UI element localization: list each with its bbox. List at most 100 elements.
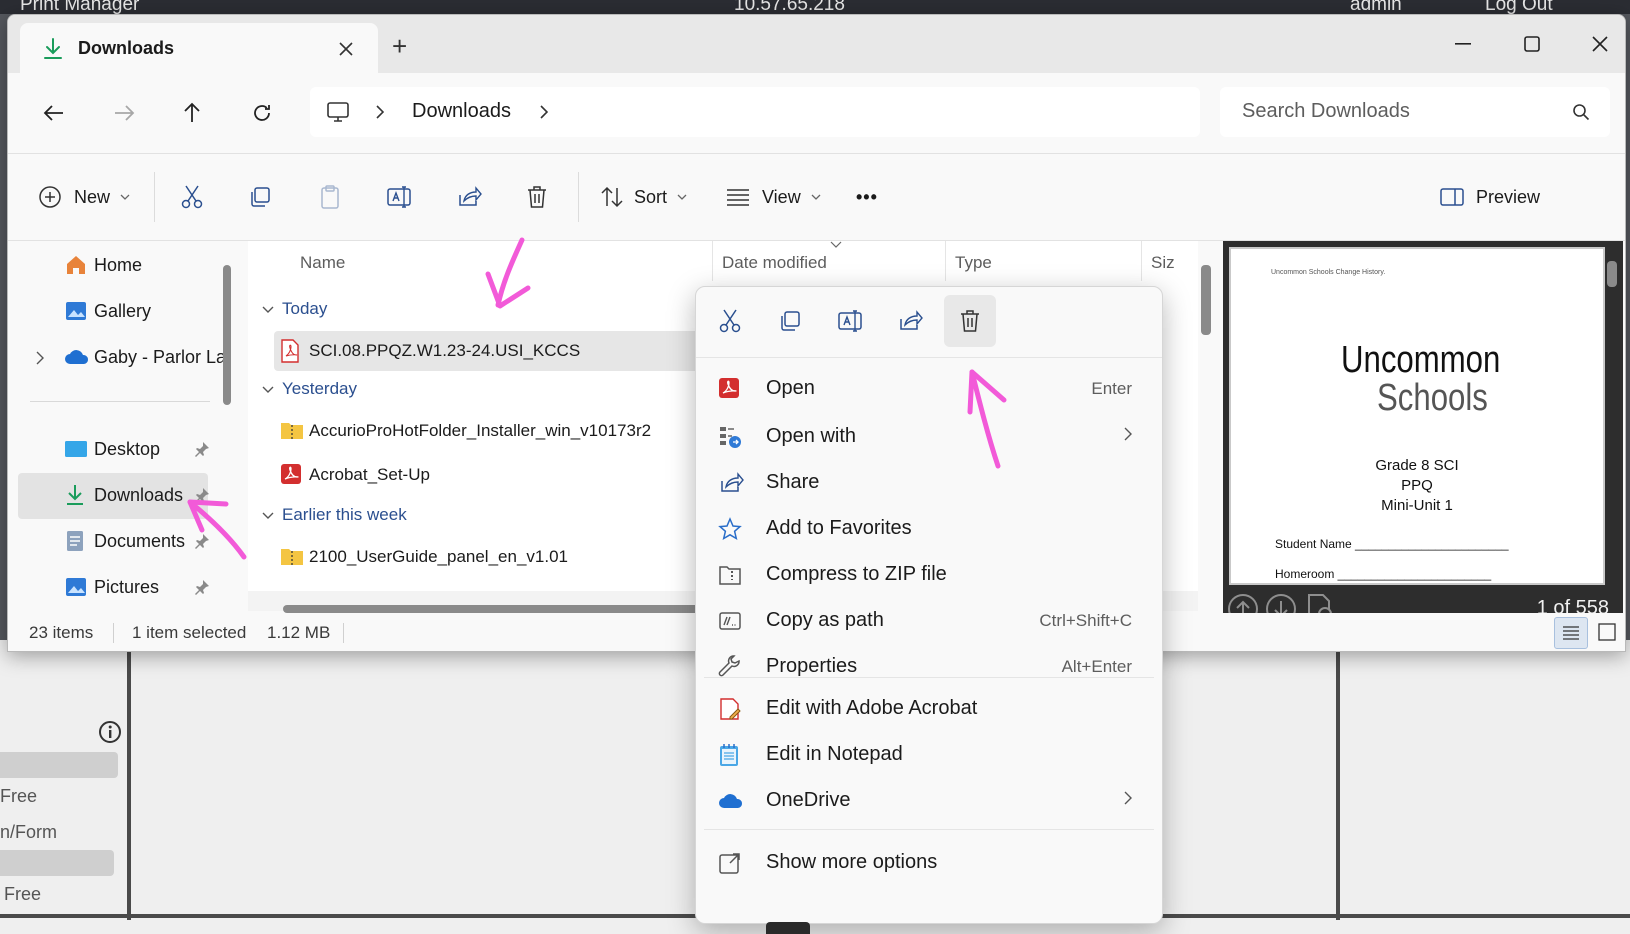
new-tab-button[interactable]: +: [392, 33, 407, 59]
file-name: SCI.08.PPQZ.W1.23-24.USI_KCCS: [309, 341, 581, 360]
menu-item-share[interactable]: Share: [704, 461, 1154, 505]
up-button[interactable]: [174, 95, 210, 131]
menu-item-compress-zip[interactable]: Compress to ZIP file: [704, 553, 1154, 597]
documents-icon: [64, 529, 86, 553]
delete-button[interactable]: [526, 178, 548, 216]
chevron-down-icon: [262, 512, 274, 520]
sort-label: Sort: [634, 186, 668, 207]
nav-item-downloads[interactable]: Downloads: [18, 473, 209, 519]
context-share-button[interactable]: [884, 295, 936, 347]
background-app-topbar: Print Manager 10.57.65.218 admin Log Out: [0, 0, 1630, 14]
search-input[interactable]: Search Downloads: [1220, 87, 1610, 137]
group-header-yesterday[interactable]: Yesterday: [262, 379, 357, 399]
maximize-button[interactable]: [1514, 29, 1550, 59]
menu-shortcut: Ctrl+Shift+C: [1039, 611, 1132, 630]
column-divider[interactable]: [1141, 241, 1142, 281]
menu-shortcut: Alt+Enter: [1061, 657, 1132, 676]
share-icon: [718, 471, 744, 495]
chevron-right-icon[interactable]: [36, 351, 44, 365]
column-header-name[interactable]: Name: [300, 253, 345, 273]
menu-item-onedrive[interactable]: OneDrive: [704, 779, 1154, 823]
nav-item-desktop[interactable]: Desktop: [18, 427, 209, 473]
minimize-button[interactable]: [1445, 29, 1481, 59]
zip-folder-icon: [280, 419, 304, 441]
nav-item-gallery[interactable]: Gallery: [18, 289, 208, 335]
menu-item-copy-as-path[interactable]: Copy as path Ctrl+Shift+C: [704, 599, 1154, 643]
tiles-view-button[interactable]: [1592, 617, 1622, 647]
preview-pane-icon: [1440, 188, 1464, 206]
more-options-button[interactable]: •••: [856, 178, 878, 216]
close-tab-icon[interactable]: [334, 37, 358, 61]
acrobat-icon: [718, 377, 740, 399]
menu-item-edit-in-notepad[interactable]: Edit in Notepad: [704, 733, 1154, 777]
group-header-today[interactable]: Today: [262, 299, 327, 319]
menu-item-open[interactable]: Open Enter: [704, 367, 1154, 411]
context-cut-button[interactable]: [704, 295, 756, 347]
chevron-right-icon[interactable]: [540, 105, 548, 119]
doc-student-name: Student Name _______________________: [1275, 537, 1509, 551]
column-header-size[interactable]: Siz: [1151, 253, 1175, 273]
close-window-button[interactable]: [1582, 29, 1618, 59]
back-button[interactable]: [36, 95, 72, 131]
view-icon: [727, 189, 749, 206]
rename-icon: [387, 186, 411, 208]
file-name: 2100_UserGuide_panel_en_v1.01: [309, 547, 568, 566]
column-header-date[interactable]: Date modified: [722, 253, 827, 273]
menu-item-add-to-favorites[interactable]: Add to Favorites: [704, 507, 1154, 551]
background-app-logout[interactable]: Log Out: [1485, 0, 1553, 14]
nav-item-documents[interactable]: Documents: [18, 519, 209, 565]
menu-item-edit-with-acrobat[interactable]: Edit with Adobe Acrobat: [704, 687, 1154, 731]
horizontal-scrollbar[interactable]: [283, 605, 703, 613]
context-copy-button[interactable]: [764, 295, 816, 347]
menu-item-show-more-options[interactable]: Show more options: [704, 841, 1154, 885]
cut-button[interactable]: [180, 178, 204, 216]
preview-scrollbar[interactable]: [1607, 261, 1617, 287]
search-placeholder: Search Downloads: [1242, 100, 1410, 122]
nav-item-home[interactable]: Home: [18, 243, 208, 289]
forward-button[interactable]: [106, 95, 142, 131]
copy-button[interactable]: [248, 178, 272, 216]
column-divider[interactable]: [945, 241, 946, 281]
chevron-right-icon[interactable]: [376, 105, 384, 119]
info-icon[interactable]: [98, 720, 122, 744]
view-button[interactable]: View: [726, 178, 821, 216]
background-field[interactable]: [0, 752, 118, 778]
nav-item-pictures[interactable]: Pictures: [18, 565, 209, 611]
nav-scrollbar[interactable]: [223, 265, 231, 405]
menu-label: Properties: [766, 655, 858, 677]
refresh-button[interactable]: [244, 95, 280, 131]
cut-icon: [719, 309, 741, 333]
menu-item-properties[interactable]: Properties Alt+Enter: [704, 645, 1154, 689]
rename-button[interactable]: [386, 178, 412, 216]
nav-item-onedrive[interactable]: Gaby - Parlor Lal: [18, 335, 230, 381]
search-icon[interactable]: [1572, 103, 1590, 121]
this-pc-icon[interactable]: [326, 100, 350, 124]
column-header-type[interactable]: Type: [955, 253, 992, 273]
doc-grade: Grade 8 SCI: [1375, 457, 1459, 474]
group-header-earlier-this-week[interactable]: Earlier this week: [262, 505, 407, 525]
tab-downloads[interactable]: Downloads: [20, 23, 378, 73]
details-view-button[interactable]: [1554, 617, 1588, 649]
sort-button[interactable]: Sort: [600, 178, 687, 216]
chevron-right-icon: [1124, 791, 1132, 805]
context-rename-button[interactable]: [824, 295, 876, 347]
copy-path-icon: [718, 609, 742, 633]
share-button[interactable]: [456, 178, 482, 216]
address-bar[interactable]: Downloads: [310, 87, 1200, 137]
nav-label: Gallery: [94, 301, 152, 321]
nav-label: Downloads: [94, 485, 184, 505]
new-button[interactable]: New: [38, 178, 130, 216]
context-delete-button[interactable]: [944, 295, 996, 347]
menu-item-open-with[interactable]: Open with: [704, 415, 1154, 459]
paste-button[interactable]: [318, 178, 342, 216]
cut-icon: [181, 185, 203, 209]
preview-button[interactable]: Preview: [1440, 178, 1540, 216]
background-field[interactable]: [0, 850, 114, 876]
vertical-scrollbar[interactable]: [1201, 265, 1211, 335]
status-divider: [343, 623, 344, 643]
breadcrumb-downloads[interactable]: Downloads: [412, 100, 511, 123]
column-divider[interactable]: [712, 241, 713, 281]
copy-icon: [781, 311, 800, 331]
open-with-icon: [718, 425, 742, 449]
chevron-right-icon: [1124, 427, 1132, 441]
